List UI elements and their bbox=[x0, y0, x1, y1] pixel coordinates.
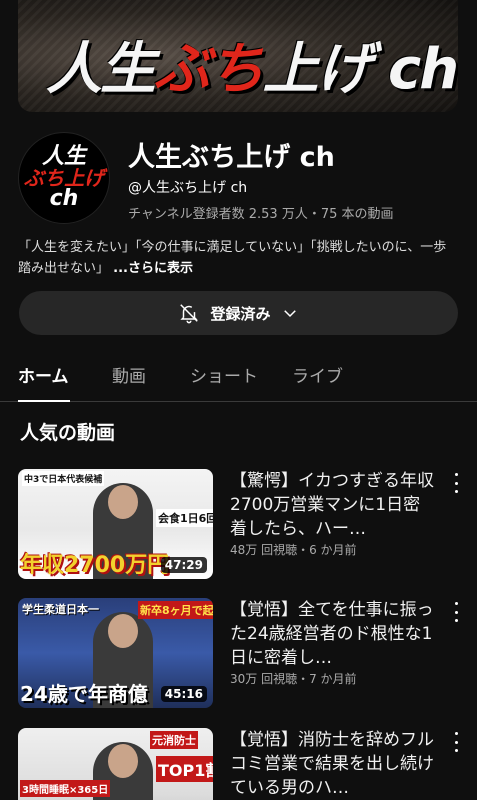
chevron-down-icon bbox=[281, 304, 299, 322]
tab-live[interactable]: ライブ bbox=[292, 362, 343, 387]
active-tab-indicator bbox=[18, 400, 70, 402]
tab-home[interactable]: ホーム bbox=[18, 362, 69, 387]
video-title[interactable]: 【驚愕】イカつすぎる年収2700万営業マンに1日密着したら、ハー… bbox=[230, 469, 435, 541]
tab-videos[interactable]: 動画 bbox=[112, 362, 146, 387]
channel-tabs: ホーム 動画 ショート ライブ bbox=[0, 352, 477, 402]
more-options-icon[interactable] bbox=[448, 473, 464, 493]
more-options-icon[interactable] bbox=[448, 602, 464, 622]
video-item[interactable]: 元消防士 TOP1割 3時間睡眠×365日 【覚悟】消防士を辞めフルコミ営業で結… bbox=[18, 728, 477, 800]
channel-stats: チャンネル登録者数 2.53 万人・75 本の動画 bbox=[128, 207, 394, 222]
bell-slash-icon bbox=[178, 302, 200, 324]
channel-description[interactable]: 「人生を変えたい」「今の仕事に満足していない」「挑戦したいのに、一歩踏み出せない… bbox=[18, 237, 458, 279]
video-duration: 45:16 bbox=[160, 686, 207, 702]
video-meta: 30万 回視聴・7 か月前 bbox=[230, 672, 357, 686]
video-thumbnail[interactable]: 元消防士 TOP1割 3時間睡眠×365日 bbox=[18, 728, 213, 800]
video-title[interactable]: 【覚悟】消防士を辞めフルコミ営業で結果を出し続けている男のハ… bbox=[230, 728, 435, 800]
channel-handle: @人生ぶち上げ ch bbox=[128, 180, 248, 196]
video-item[interactable]: 学生柔道日本一 新卒8ヶ月で起業 24歳で年商億 45:16 【覚悟】全てを仕事… bbox=[18, 598, 477, 710]
video-title[interactable]: 【覚悟】全てを仕事に振った24歳経営者のド根性な1日に密着し… bbox=[230, 598, 435, 670]
video-item[interactable]: 中3で日本代表候補 会食1日6回 年収2700万円 47:29 【驚愕】イカつす… bbox=[18, 469, 477, 581]
video-duration: 47:29 bbox=[160, 557, 207, 573]
banner-logo-text: 人生ぶち上げ ch bbox=[46, 37, 458, 102]
channel-avatar[interactable]: 人生 ぶち上げ ch bbox=[18, 132, 110, 224]
tab-shorts[interactable]: ショート bbox=[190, 362, 258, 387]
video-thumbnail[interactable]: 学生柔道日本一 新卒8ヶ月で起業 24歳で年商億 45:16 bbox=[18, 598, 213, 708]
video-thumbnail[interactable]: 中3で日本代表候補 会食1日6回 年収2700万円 47:29 bbox=[18, 469, 213, 579]
show-more-link[interactable]: ...さらに表示 bbox=[113, 261, 193, 276]
section-title: 人気の動画 bbox=[20, 422, 116, 444]
channel-name: 人生ぶち上げ ch bbox=[128, 142, 335, 173]
subscribed-label: 登録済み bbox=[210, 304, 271, 323]
subscribed-button[interactable]: 登録済み bbox=[19, 291, 458, 335]
more-options-icon[interactable] bbox=[448, 732, 464, 752]
channel-banner: 人生ぶち上げ ch bbox=[18, 0, 458, 112]
video-meta: 48万 回視聴・6 か月前 bbox=[230, 543, 357, 557]
